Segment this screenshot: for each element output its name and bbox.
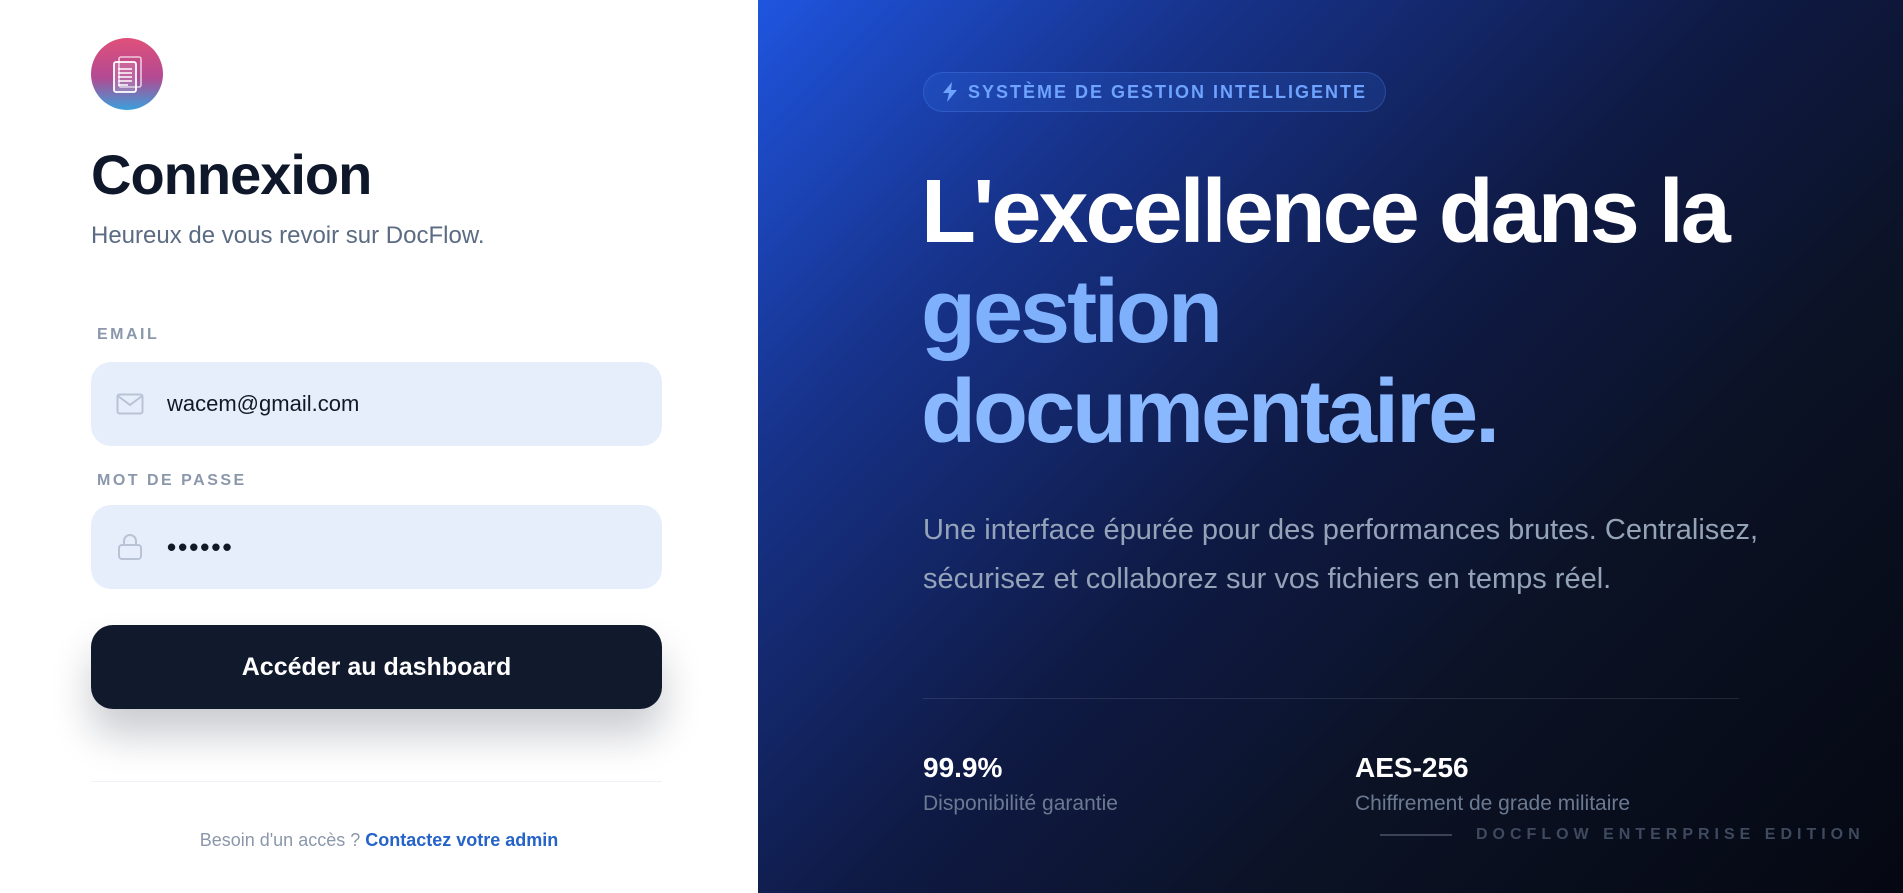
lock-icon [115,532,145,562]
hero-headline: L'excellence dans la gestion documentair… [921,162,1731,462]
badge-text: SYSTÈME DE GESTION INTELLIGENTE [968,81,1368,102]
password-field[interactable]: •••••• [91,505,662,589]
page-subtitle: Heureux de vous revoir sur DocFlow. [91,222,485,249]
document-icon [113,56,142,93]
stat-value: AES-256 [1355,752,1469,783]
edition-line [1380,834,1452,836]
stat-label: Disponibilité garantie [923,792,1118,815]
hero-divider [923,698,1739,699]
login-submit-button[interactable]: Accéder au dashboard [91,625,662,709]
stat-encryption: AES-256 Chiffrement de grade militaire [1355,752,1630,816]
edition-tag: DOCFLOW ENTERPRISE EDITION [1380,826,1865,844]
access-footer: Besoin d'un accès ? Contactez votre admi… [0,830,758,851]
headline-line-1: L'excellence dans la [921,162,1731,262]
headline-line-3: documentaire. [921,362,1500,462]
hero-description: Une interface épurée pour des performanc… [923,514,1758,595]
page-title: Connexion [91,143,372,206]
stat-label: Chiffrement de grade militaire [1355,792,1631,815]
email-field[interactable]: wacem@gmail.com [91,362,662,446]
email-label: EMAIL [97,326,160,343]
stat-uptime: 99.9% Disponibilité garantie [923,752,1118,816]
password-label: MOT DE PASSE [97,472,247,489]
edition-text: DOCFLOW ENTERPRISE EDITION [1476,826,1865,843]
stat-value: 99.9% [923,752,1003,783]
hero-panel: SYSTÈME DE GESTION INTELLIGENTE L'excell… [758,0,1903,893]
footer-divider [91,781,662,782]
login-panel: Connexion Heureux de vous revoir sur Doc… [0,0,758,893]
lightning-icon [943,82,957,102]
headline-line-2: gestion [921,262,1223,362]
mail-icon [115,389,145,419]
docflow-logo [91,38,163,110]
contact-admin-link[interactable]: Contactez votre admin [365,830,558,850]
system-badge: SYSTÈME DE GESTION INTELLIGENTE [923,72,1387,112]
access-question: Besoin d'un accès ? [199,830,361,850]
password-value[interactable]: •••••• [167,532,234,563]
email-value[interactable]: wacem@gmail.com [167,391,359,417]
